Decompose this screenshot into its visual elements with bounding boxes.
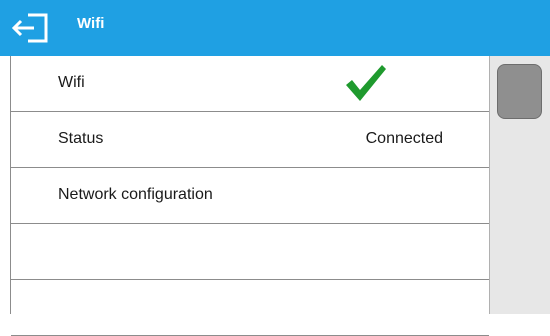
list-item-label: Wifi bbox=[58, 74, 85, 91]
scrollbar-thumb[interactable] bbox=[497, 64, 542, 119]
settings-list: Wifi Status Connected Network configurat… bbox=[10, 56, 490, 336]
page-title: Wifi bbox=[77, 15, 105, 32]
header-bar: Wifi bbox=[0, 0, 550, 56]
list-item-empty[interactable] bbox=[11, 280, 489, 336]
list-item-status[interactable]: Status Connected bbox=[11, 112, 489, 168]
checkmark-icon bbox=[346, 65, 386, 101]
list-item-network-configuration[interactable]: Network configuration bbox=[11, 168, 489, 224]
back-button[interactable] bbox=[10, 8, 54, 48]
list-item-empty[interactable] bbox=[11, 224, 489, 280]
status-value: Connected bbox=[365, 130, 443, 147]
list-item-wifi[interactable]: Wifi bbox=[11, 56, 489, 112]
exit-arrow-icon bbox=[11, 13, 48, 43]
list-item-label: Network configuration bbox=[58, 186, 213, 203]
list-item-label: Status bbox=[58, 130, 104, 147]
